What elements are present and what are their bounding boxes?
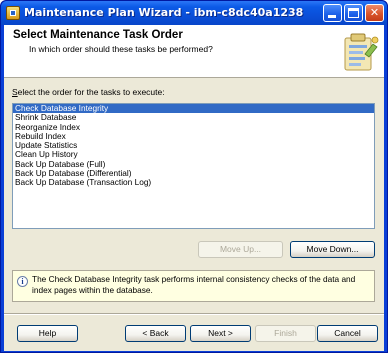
task-list-item[interactable]: Reorganize Index	[13, 122, 374, 132]
cancel-button[interactable]: Cancel	[317, 325, 378, 342]
dialog-client-area: Select Maintenance Task Order In which o…	[4, 25, 384, 351]
wizard-app-icon	[6, 6, 20, 20]
info-icon: i	[17, 276, 28, 287]
prompt-label: elect the order for the tasks to execute…	[17, 87, 165, 97]
task-description: The Check Database Integrity task perfor…	[32, 274, 356, 295]
wizard-clipboard-icon	[344, 33, 379, 71]
back-button[interactable]: < Back	[125, 325, 186, 342]
minimize-button[interactable]	[323, 4, 342, 22]
close-button[interactable]: ✕	[365, 4, 384, 22]
task-description-panel: i The Check Database Integrity task perf…	[12, 270, 375, 302]
minimize-icon	[328, 15, 336, 18]
finish-button[interactable]: Finish	[255, 325, 316, 342]
footer-divider	[4, 313, 384, 315]
task-list-item[interactable]: Back Up Database (Transaction Log)	[13, 178, 374, 188]
move-up-button[interactable]: Move Up...	[198, 241, 283, 258]
help-button[interactable]: Help	[17, 325, 78, 342]
move-down-button[interactable]: Move Down...	[290, 241, 375, 258]
wizard-header: Select Maintenance Task Order In which o…	[4, 25, 384, 78]
title-bar[interactable]: Maintenance Plan Wizard - ibm-c8dc40a123…	[1, 1, 387, 25]
maximize-button[interactable]	[344, 4, 363, 22]
wizard-window: Maintenance Plan Wizard - ibm-c8dc40a123…	[0, 0, 388, 353]
close-icon: ✕	[369, 6, 380, 19]
task-order-listbox[interactable]: Check Database Integrity Shrink Database R…	[12, 103, 375, 229]
page-title: Select Maintenance Task Order	[13, 29, 183, 41]
page-subtitle: In which order should these tasks be per…	[29, 44, 213, 54]
task-order-prompt: Select the order for the tasks to execut…	[12, 87, 165, 97]
window-title: Maintenance Plan Wizard - ibm-c8dc40a123…	[24, 6, 304, 19]
next-button[interactable]: Next >	[190, 325, 251, 342]
maximize-icon	[348, 8, 359, 18]
